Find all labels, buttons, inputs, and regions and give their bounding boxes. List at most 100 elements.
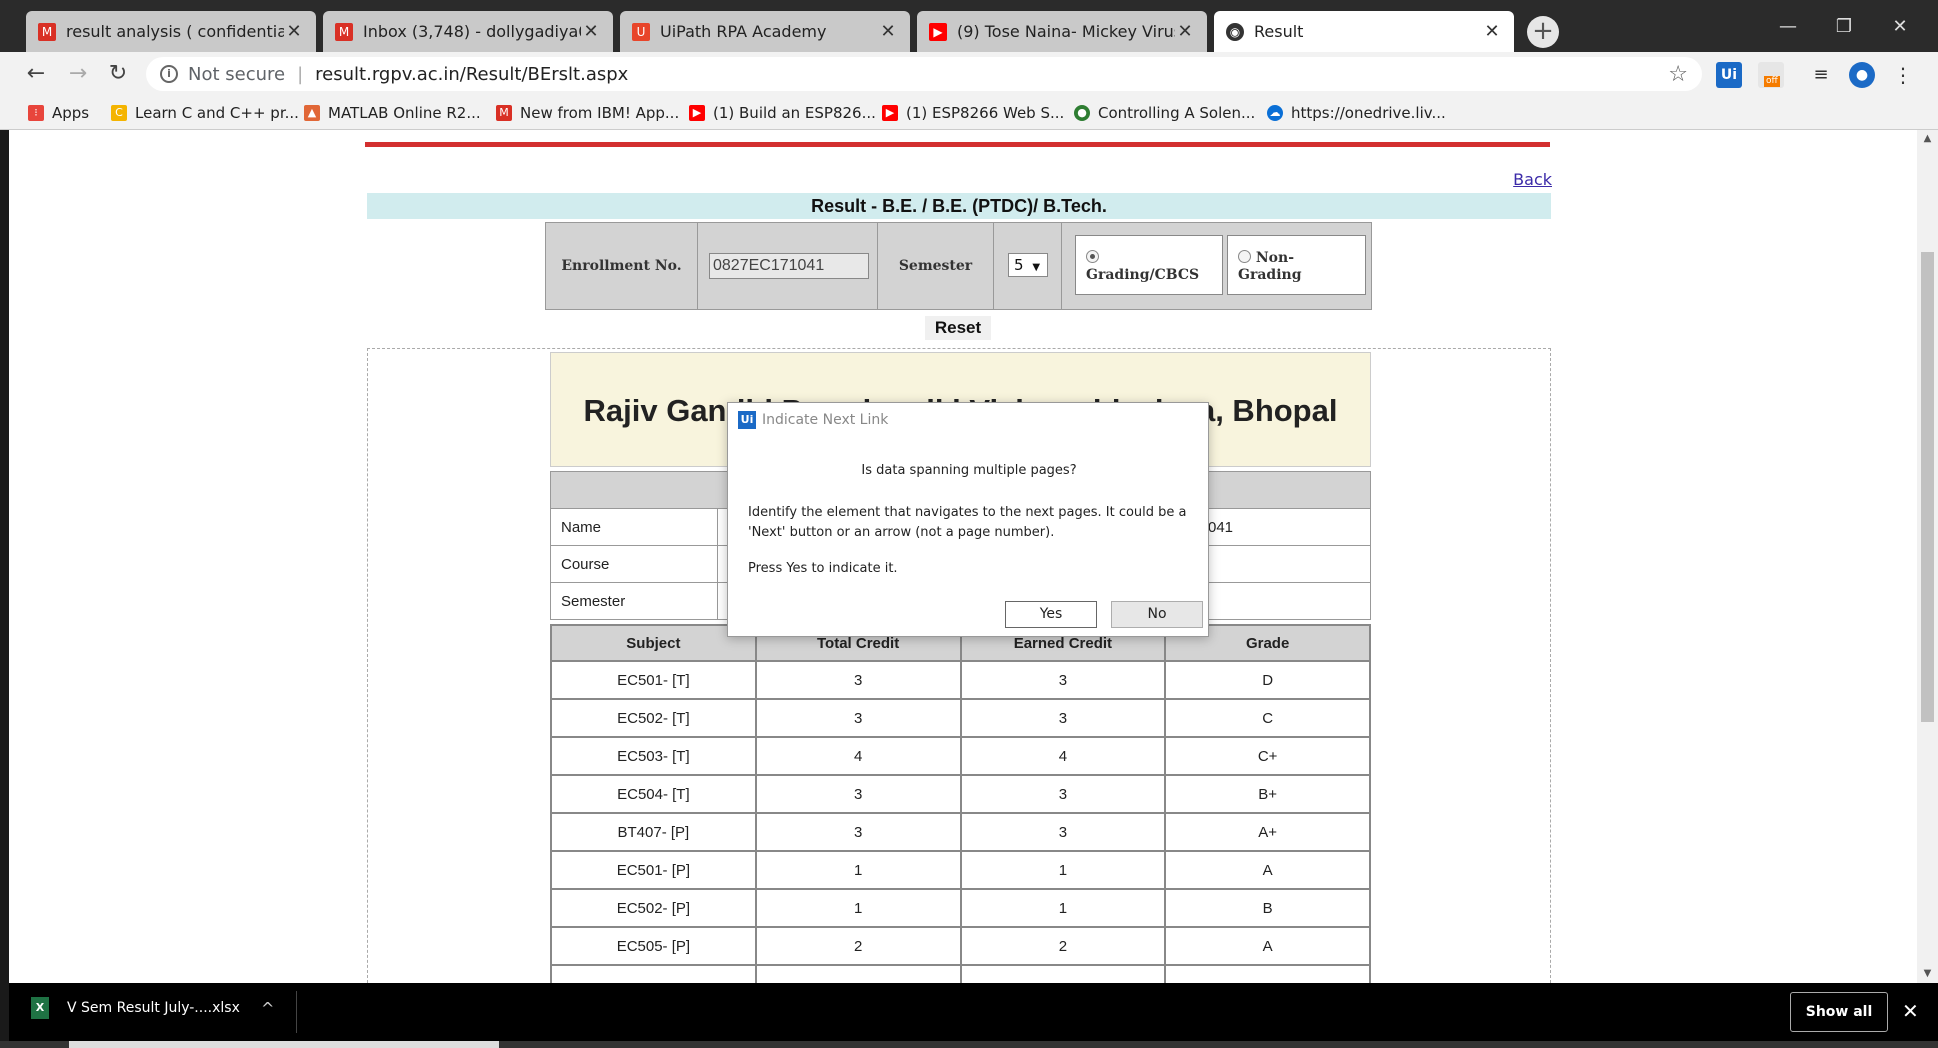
taskbar-window[interactable] [69,1041,499,1048]
menu-kebab-icon[interactable]: ⋮ [1890,62,1916,88]
tab-youtube[interactable]: ▶ (9) Tose Naina- Mickey Virus | HD ✕ [917,11,1207,52]
gmail-icon: M [38,22,56,41]
bookmark-solenoid[interactable]: ● Controlling A Solen... [1074,102,1255,124]
grade-cell: C [1164,698,1371,738]
bookmark-label: https://onedrive.liv... [1291,104,1446,122]
table-row [550,964,1371,983]
grade-cell: B+ [1164,774,1371,814]
bookmark-esp-build[interactable]: ▶ (1) Build an ESP826... [689,102,876,124]
total-credit-cell: 4 [754,736,962,776]
subject-cell: EC502- [T] [550,698,757,738]
table-row: EC502- [T] 3 3 C [550,698,1371,738]
scroll-thumb[interactable] [1921,252,1934,722]
earned-credit-cell: 3 [959,774,1167,814]
total-credit-cell [754,964,962,983]
indicate-next-link-dialog: Ui Indicate Next Link Is data spanning m… [727,402,1209,637]
restore-button[interactable]: ❐ [1818,10,1870,44]
grading-label: Grading/CBCS [1086,267,1200,283]
address-bar[interactable]: i Not secure | result.rgpv.ac.in/Result/… [146,57,1702,91]
course-label: Course [550,545,718,583]
new-tab-button[interactable]: + [1527,16,1559,48]
gmail-icon: M [496,105,512,121]
scroll-up-arrow-icon[interactable]: ▲ [1917,130,1938,148]
profile-avatar[interactable]: ● [1849,62,1875,88]
browser-toolbar: ← → ↻ i Not secure | result.rgpv.ac.in/R… [0,52,1938,96]
enrollment-input[interactable]: 0827EC171041 [709,253,869,279]
search-form: Enrollment No. 0827EC171041 Semester 5 ▼… [545,222,1372,310]
no-button[interactable]: No [1111,601,1203,628]
earned-credit-cell [959,964,1167,983]
tab-result-analysis[interactable]: M result analysis ( confidential) - uti … [26,11,316,52]
uipath-extension-icon[interactable]: Ui [1716,62,1742,88]
total-credit-cell: 2 [754,926,962,966]
earned-credit-cell: 4 [959,736,1167,776]
subject-cell: EC502- [P] [550,888,757,928]
grade-cell: B [1164,888,1371,928]
reload-icon[interactable]: ↻ [102,58,134,90]
close-icon[interactable]: ✕ [878,21,898,42]
bookmark-onedrive[interactable]: ☁ https://onedrive.liv... [1267,102,1446,124]
tab-inbox[interactable]: M Inbox (3,748) - dollygadiya07@gm ✕ [323,11,613,52]
tab-title: Result [1254,22,1304,41]
forward-arrow-icon[interactable]: → [62,58,94,90]
media-icon[interactable]: ≡ [1808,62,1834,88]
back-link[interactable]: Back [1513,170,1552,189]
tab-title: UiPath RPA Academy [660,22,827,41]
minimize-button[interactable]: — [1762,10,1814,44]
extension-icon[interactable]: off [1758,62,1784,88]
url-text[interactable]: result.rgpv.ac.in/Result/BErslt.aspx [315,64,1668,85]
scroll-down-arrow-icon[interactable]: ▼ [1917,965,1938,983]
tab-uipath-academy[interactable]: U UiPath RPA Academy ✕ [620,11,910,52]
yes-button[interactable]: Yes [1005,601,1097,628]
bookmark-label: (1) ESP8266 Web S... [906,104,1065,122]
close-icon[interactable]: ✕ [284,21,304,42]
page-scrollbar[interactable]: ▲ ▼ [1917,130,1938,983]
close-icon[interactable]: ✕ [581,21,601,42]
grade-cell: A [1164,850,1371,890]
bookmark-label: Learn C and C++ pr... [135,104,299,122]
page-viewport: Back Result - B.E. / B.E. (PTDC)/ B.Tech… [0,130,1938,983]
nongrading-option[interactable]: Non- Grading [1227,235,1366,295]
subject-cell: EC504- [T] [550,774,757,814]
downloads-bar: X V Sem Result July-....xlsx ^ Show all … [9,983,1938,1041]
dialog-prompt: Press Yes to indicate it. [748,561,898,576]
excel-file-icon: X [31,997,49,1019]
subject-cell: EC501- [T] [550,660,757,700]
reset-button[interactable]: Reset [925,316,991,340]
bookmark-ibm[interactable]: M New from IBM! App... [496,102,679,124]
bookmark-label: New from IBM! App... [520,104,680,122]
earned-credit-cell: 1 [959,850,1167,890]
grading-option[interactable]: Grading/CBCS [1075,235,1223,295]
bookmark-learn-c[interactable]: C Learn C and C++ pr... [111,102,299,124]
bookmark-star-icon[interactable]: ☆ [1668,62,1688,87]
nongrading-radio[interactable] [1238,250,1251,263]
bookmark-label: Controlling A Solen... [1098,104,1256,122]
bookmarks-bar: ⁝ Apps C Learn C and C++ pr... ▲ MATLAB … [0,96,1938,130]
download-item[interactable]: X V Sem Result July-....xlsx [31,997,240,1019]
table-row: EC504- [T] 3 3 B+ [550,774,1371,814]
close-icon[interactable]: ✕ [1902,999,1919,1023]
info-icon[interactable]: i [160,65,178,83]
close-icon[interactable]: ✕ [1175,21,1195,42]
chevron-down-icon: ▼ [1032,262,1041,273]
chevron-up-icon[interactable]: ^ [261,999,274,1018]
earned-credit-cell: 3 [959,812,1167,852]
taskbar-strip [0,1041,1938,1048]
table-row: EC501- [T] 3 3 D [550,660,1371,700]
site-icon: ● [1074,105,1090,121]
show-all-button[interactable]: Show all [1790,992,1888,1032]
bookmark-matlab[interactable]: ▲ MATLAB Online R2... [304,102,481,124]
back-arrow-icon[interactable]: ← [20,58,52,90]
table-row: BT407- [P] 3 3 A+ [550,812,1371,852]
bookmark-apps[interactable]: ⁝ Apps [28,102,89,124]
tab-result[interactable]: ◉ Result ✕ [1214,11,1514,52]
close-icon[interactable]: ✕ [1482,21,1502,42]
semester-select[interactable]: 5 ▼ [1008,253,1048,277]
window-close-button[interactable]: ✕ [1874,10,1926,44]
youtube-icon: ▶ [882,105,898,121]
learn-c-icon: C [111,105,127,121]
total-credit-cell: 1 [754,850,962,890]
earned-credit-cell: 1 [959,888,1167,928]
bookmark-esp-web[interactable]: ▶ (1) ESP8266 Web S... [882,102,1064,124]
grading-radio[interactable] [1086,250,1099,263]
